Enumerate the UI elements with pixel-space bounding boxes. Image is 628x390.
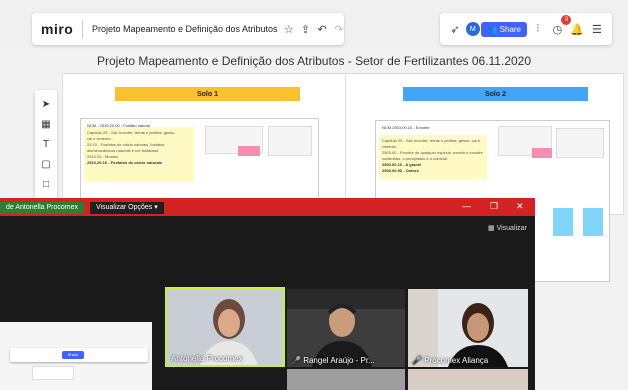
close-icon[interactable]: ✕ [516, 201, 524, 212]
board-title[interactable]: Projeto Mapeamento e Definição dos Atrib… [92, 24, 278, 34]
participant-name-text: Procomex Aliança [424, 356, 489, 365]
board-heading: Projeto Mapeamento e Definição dos Atrib… [96, 54, 532, 68]
share-label: Share [499, 24, 522, 34]
cursor-icon[interactable]: ➶ [446, 20, 464, 38]
participant-name: Antonella Procomex [171, 354, 243, 363]
mini-share-button: Share [62, 351, 84, 359]
zoom-title-bar: de Antonella Procomex Visualizar Opções … [0, 198, 535, 216]
redo-icon[interactable]: ↷ [333, 20, 344, 38]
video-tile-rangel[interactable]: 🎤 Rangel Araújo - Pr... [287, 289, 405, 367]
sticky-note-fosfato[interactable]: Capítulo 25 - Sal; enxofre; terras e ped… [84, 127, 194, 182]
sticky-note-enxofre[interactable]: Capítulo 25 - Sal; enxofre; terras e ped… [379, 135, 487, 180]
settings-sliders-icon[interactable]: ⫶ [529, 20, 547, 38]
mini-card[interactable] [556, 128, 604, 158]
frame-divider [345, 73, 346, 213]
miro-logo[interactable]: miro [41, 21, 73, 37]
shape-icon[interactable]: □ [39, 177, 53, 191]
video-tile[interactable] [287, 369, 405, 390]
pink-sticky[interactable] [238, 146, 260, 156]
screen-share-indicator: de Antonella Procomex [0, 202, 84, 214]
participant-name: 🎤 Procomex Aliança [412, 356, 489, 365]
upload-icon[interactable]: ⇪ [300, 20, 311, 38]
video-tile[interactable] [408, 369, 528, 390]
video-tile-procomex[interactable]: 🎤 Procomex Aliança [408, 289, 528, 367]
undo-icon[interactable]: ↶ [317, 20, 328, 38]
avatar[interactable]: M [465, 22, 480, 36]
pink-sticky[interactable] [532, 148, 552, 158]
view-mode-label: Visualizar [496, 225, 527, 232]
participant-name: 🎤 Rangel Araújo - Pr... [291, 356, 375, 365]
miro-topbar: miro Projeto Mapeamento e Definição dos … [0, 0, 628, 48]
line: 2503.00.90 - Outros [382, 168, 419, 173]
blue-sticky[interactable] [553, 208, 573, 236]
timer-icon[interactable]: ◷ 9 [548, 15, 572, 38]
divider [82, 20, 83, 38]
solo2-header[interactable]: Solo 2 [403, 87, 588, 101]
view-options-menu[interactable]: Visualizar Opções ▾ [90, 202, 164, 214]
miro-tools-toolbar: ➤ ▦ T ▢ □ [35, 90, 57, 215]
participant-name-text: Rangel Araújo - Pr... [303, 356, 375, 365]
select-cursor-icon[interactable]: ➤ [39, 97, 53, 111]
star-icon[interactable]: ☆ [284, 20, 295, 38]
solo1-header[interactable]: Solo 1 [115, 87, 300, 101]
card-title: NCM 2503.00.10 - Enxofre [382, 125, 430, 130]
sticky-note-icon[interactable]: ▢ [39, 157, 53, 171]
mini-chip [32, 366, 74, 380]
menu-icon[interactable]: ☰ [588, 20, 606, 38]
minimize-icon[interactable]: — [462, 201, 471, 211]
bell-icon[interactable]: 🔔 [568, 20, 586, 38]
sticky-text: Capítulo 25 - Sal; enxofre; terras e ped… [84, 127, 194, 169]
view-mode-button[interactable]: ▦ Visualizar [488, 224, 527, 232]
share-button[interactable]: 👥 Share [481, 21, 528, 37]
sticky-text: Capítulo 25 - Sal; enxofre; terras e ped… [379, 135, 487, 177]
mini-card[interactable] [268, 126, 312, 156]
blue-sticky[interactable] [583, 208, 603, 236]
collaboration-panel: ➶ M 👥 Share ⫶ ◷ 9 🔔 ☰ [440, 13, 612, 45]
restore-icon[interactable]: ❐ [490, 201, 498, 212]
line: 2510.20.10 - Fosfatos de cálcio naturais [87, 160, 163, 165]
video-tile-antonella[interactable]: Antonella Procomex [165, 287, 285, 367]
template-icon[interactable]: ▦ [39, 117, 53, 131]
view-options-label: Visualizar Opções [96, 204, 153, 211]
text-tool-icon[interactable]: T [39, 137, 53, 151]
board-header-panel: miro Projeto Mapeamento e Definição dos … [32, 13, 344, 45]
line: Capítulo 25 - Sal; enxofre; terras e ped… [382, 138, 481, 143]
